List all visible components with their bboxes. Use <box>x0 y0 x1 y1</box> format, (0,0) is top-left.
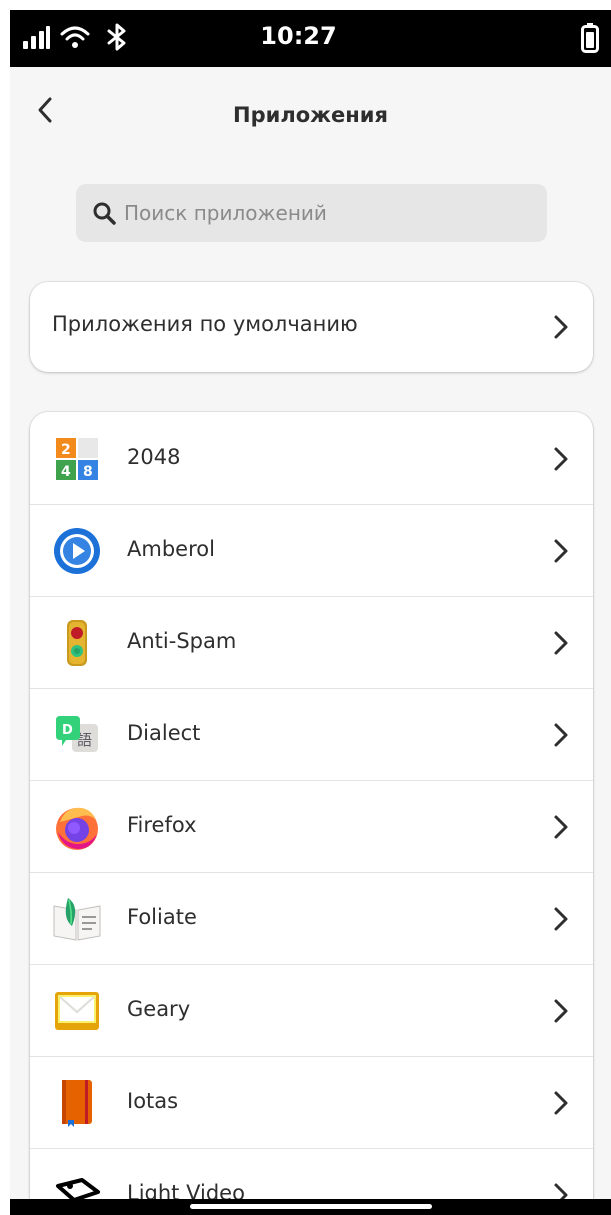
app-row-firefox[interactable]: Firefox <box>30 780 593 873</box>
default-apps-row[interactable]: Приложения по умолчанию <box>30 282 593 372</box>
app-name: Anti-Spam <box>127 629 237 653</box>
search-icon <box>93 202 116 225</box>
svg-text:2: 2 <box>61 442 71 458</box>
app-row-dialect[interactable]: 語 D Dialect <box>30 688 593 781</box>
app-name: Foliate <box>127 905 197 929</box>
svg-text:8: 8 <box>83 464 93 480</box>
chevron-right-icon <box>554 1091 568 1115</box>
app-row-amberol[interactable]: Amberol <box>30 504 593 597</box>
default-apps-label: Приложения по умолчанию <box>52 312 358 336</box>
anti-spam-icon <box>67 620 87 666</box>
chevron-right-icon <box>554 723 568 747</box>
geary-icon <box>55 992 99 1030</box>
app-row-iotas[interactable]: Iotas <box>30 1056 593 1149</box>
app-row-geary[interactable]: Geary <box>30 964 593 1057</box>
settings-screen: 10:27 Приложения Приложения по умолчанию <box>10 10 611 1215</box>
dialect-icon: 語 D <box>56 716 98 752</box>
search-input[interactable] <box>124 184 524 242</box>
chevron-right-icon <box>554 999 568 1023</box>
page-title: Приложения <box>233 103 388 127</box>
svg-text:D: D <box>62 723 73 738</box>
chevron-right-icon <box>554 631 568 655</box>
search-bar[interactable] <box>76 184 547 242</box>
app-name: Iotas <box>127 1089 179 1113</box>
app-row-foliate[interactable]: Foliate <box>30 872 593 965</box>
status-time: 10:27 <box>260 22 337 50</box>
2048-icon: 2 4 8 <box>56 438 98 480</box>
app-row-anti-spam[interactable]: Anti-Spam <box>30 596 593 689</box>
chevron-right-icon <box>554 447 568 471</box>
app-row-2048[interactable]: 2 4 8 2048 <box>30 412 593 505</box>
app-name: Geary <box>127 997 191 1021</box>
chevron-right-icon <box>554 907 568 931</box>
battery-icon <box>581 23 599 53</box>
app-name: Dialect <box>127 721 201 745</box>
firefox-icon <box>56 807 98 850</box>
header-bar: Приложения <box>10 67 611 147</box>
app-list: 2 4 8 2048 Amberol Anti-Spam 語 D Dialect… <box>30 412 593 1215</box>
iotas-icon <box>62 1080 92 1127</box>
app-name: Firefox <box>127 813 197 837</box>
foliate-icon <box>53 898 101 941</box>
svg-text:4: 4 <box>61 464 71 480</box>
chevron-right-icon <box>554 815 568 839</box>
amberol-icon <box>54 528 100 574</box>
status-bar: 10:27 <box>10 10 611 67</box>
chevron-right-icon <box>554 315 568 339</box>
chevron-right-icon <box>554 539 568 563</box>
bottom-bar <box>10 1199 611 1215</box>
app-name: Amberol <box>127 537 215 561</box>
home-indicator[interactable] <box>190 1204 432 1209</box>
app-name: 2048 <box>127 445 181 469</box>
